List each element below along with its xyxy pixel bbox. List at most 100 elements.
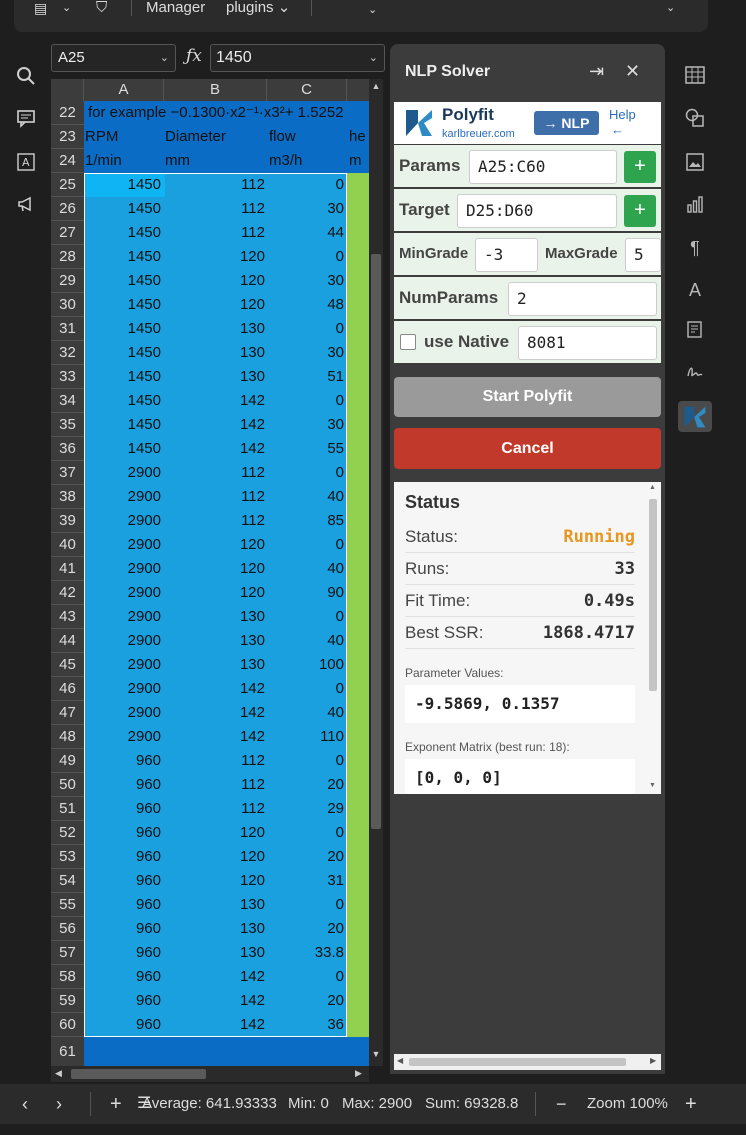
- cell-c34[interactable]: 0: [268, 389, 346, 413]
- cell-b56[interactable]: 130: [165, 917, 267, 941]
- row-header-46[interactable]: 46: [51, 677, 84, 701]
- header-rpm[interactable]: RPM: [85, 125, 165, 149]
- cell-a45[interactable]: 2900: [85, 653, 163, 677]
- column-header-d[interactable]: [347, 79, 369, 101]
- cell-b48[interactable]: 142: [165, 725, 267, 749]
- chevron-down-icon[interactable]: ⌄: [369, 45, 378, 71]
- cell-a59[interactable]: 960: [85, 989, 163, 1013]
- cell-a31[interactable]: 1450: [85, 317, 163, 341]
- chevron-down-icon[interactable]: ⌄: [666, 0, 675, 16]
- row-header-39[interactable]: 39: [51, 509, 84, 533]
- cell-c37[interactable]: 0: [268, 461, 346, 485]
- row-header-28[interactable]: 28: [51, 245, 84, 269]
- cell-c51[interactable]: 29: [268, 797, 346, 821]
- cell-a57[interactable]: 960: [85, 941, 163, 965]
- cell-c54[interactable]: 31: [268, 869, 346, 893]
- cancel-button[interactable]: Cancel: [394, 428, 661, 469]
- row-header-58[interactable]: 58: [51, 965, 84, 989]
- text-art-icon[interactable]: A: [683, 278, 707, 302]
- cell-a58[interactable]: 960: [85, 965, 163, 989]
- native-port-input[interactable]: 8081: [518, 326, 657, 360]
- announcement-icon[interactable]: [14, 194, 38, 218]
- cell-a55[interactable]: 960: [85, 893, 163, 917]
- cell-b26[interactable]: 112: [165, 197, 267, 221]
- cell-b44[interactable]: 130: [165, 629, 267, 653]
- example-formula-cell[interactable]: for example −0.1300·x2⁻¹·x3²+ 1.5252: [88, 101, 369, 125]
- unit-rpm[interactable]: 1/min: [85, 149, 165, 173]
- panel-horizontal-scrollbar[interactable]: ◀ ▶: [394, 1054, 661, 1070]
- manager-button[interactable]: Manager: [146, 0, 205, 16]
- cell-a32[interactable]: 1450: [85, 341, 163, 365]
- row-header-57[interactable]: 57: [51, 941, 84, 965]
- formula-input[interactable]: 1450 ⌄: [210, 44, 385, 72]
- horizontal-scrollbar[interactable]: ◀ ▶: [51, 1066, 369, 1082]
- row-header-60[interactable]: 60: [51, 1013, 84, 1037]
- cell-a25[interactable]: 1450: [85, 173, 163, 197]
- cell-b60[interactable]: 142: [165, 1013, 267, 1037]
- cell-b29[interactable]: 120: [165, 269, 267, 293]
- cell-a47[interactable]: 2900: [85, 701, 163, 725]
- row-header-56[interactable]: 56: [51, 917, 84, 941]
- cell-c48[interactable]: 110: [268, 725, 346, 749]
- spreadsheet-grid[interactable]: A B C 22 23 24 for example −0.1300·x2⁻¹·…: [51, 79, 369, 1067]
- row-header-48[interactable]: 48: [51, 725, 84, 749]
- collapse-panel-icon[interactable]: ⇥: [589, 61, 604, 82]
- start-polyfit-button[interactable]: Start Polyfit: [394, 377, 661, 417]
- cell-b35[interactable]: 142: [165, 413, 267, 437]
- cell-c45[interactable]: 100: [268, 653, 346, 677]
- cell-a52[interactable]: 960: [85, 821, 163, 845]
- mingrade-input[interactable]: -3: [475, 238, 538, 272]
- row-header-30[interactable]: 30: [51, 293, 84, 317]
- row-header-45[interactable]: 45: [51, 653, 84, 677]
- scroll-down-icon[interactable]: ▼: [649, 782, 656, 789]
- unit-head[interactable]: m: [349, 149, 369, 173]
- target-column[interactable]: [347, 173, 369, 1037]
- cell-a37[interactable]: 2900: [85, 461, 163, 485]
- cell-a54[interactable]: 960: [85, 869, 163, 893]
- panel-scroll-thumb[interactable]: [409, 1058, 626, 1066]
- cell-c28[interactable]: 0: [268, 245, 346, 269]
- cell-b32[interactable]: 130: [165, 341, 267, 365]
- row-header-22[interactable]: 22: [51, 101, 84, 125]
- cell-b51[interactable]: 112: [165, 797, 267, 821]
- cell-b58[interactable]: 142: [165, 965, 267, 989]
- document-icon[interactable]: ▤: [34, 0, 47, 16]
- image-icon[interactable]: [683, 152, 707, 176]
- function-icon[interactable]: ƒx: [186, 46, 208, 70]
- column-header-b[interactable]: B: [164, 79, 267, 101]
- row-header-50[interactable]: 50: [51, 773, 84, 797]
- scroll-left-icon[interactable]: ◀: [55, 1068, 62, 1079]
- cell-a48[interactable]: 2900: [85, 725, 163, 749]
- nlp-button[interactable]: → NLP: [534, 111, 599, 135]
- table-icon[interactable]: [683, 66, 707, 90]
- cell-c46[interactable]: 0: [268, 677, 346, 701]
- cell-b37[interactable]: 112: [165, 461, 267, 485]
- status-scrollbar[interactable]: ▲ ▼: [648, 484, 658, 792]
- cell-a28[interactable]: 1450: [85, 245, 163, 269]
- cell-b30[interactable]: 120: [165, 293, 267, 317]
- help-link[interactable]: Help: [609, 107, 636, 122]
- cell-b53[interactable]: 120: [165, 845, 267, 869]
- cell-a39[interactable]: 2900: [85, 509, 163, 533]
- scroll-left-icon[interactable]: ◀: [397, 1056, 403, 1065]
- format-painter-icon[interactable]: ⛉: [96, 0, 107, 16]
- cell-c33[interactable]: 51: [268, 365, 346, 389]
- cell-a29[interactable]: 1450: [85, 269, 163, 293]
- row-header-43[interactable]: 43: [51, 605, 84, 629]
- cell-b54[interactable]: 120: [165, 869, 267, 893]
- params-add-button[interactable]: +: [624, 151, 656, 183]
- form-icon[interactable]: [683, 320, 707, 344]
- cell-b34[interactable]: 142: [165, 389, 267, 413]
- use-native-checkbox[interactable]: [400, 334, 416, 350]
- cell-b59[interactable]: 142: [165, 989, 267, 1013]
- cell-b42[interactable]: 120: [165, 581, 267, 605]
- zoom-in-icon[interactable]: +: [685, 1084, 697, 1124]
- previous-sheet-icon[interactable]: ‹: [22, 1084, 28, 1124]
- row-header-53[interactable]: 53: [51, 845, 84, 869]
- cell-a36[interactable]: 1450: [85, 437, 163, 461]
- header-diameter[interactable]: Diameter: [165, 125, 265, 149]
- cell-c41[interactable]: 40: [268, 557, 346, 581]
- cell-a43[interactable]: 2900: [85, 605, 163, 629]
- row-header-31[interactable]: 31: [51, 317, 84, 341]
- numparams-input[interactable]: 2: [508, 282, 657, 316]
